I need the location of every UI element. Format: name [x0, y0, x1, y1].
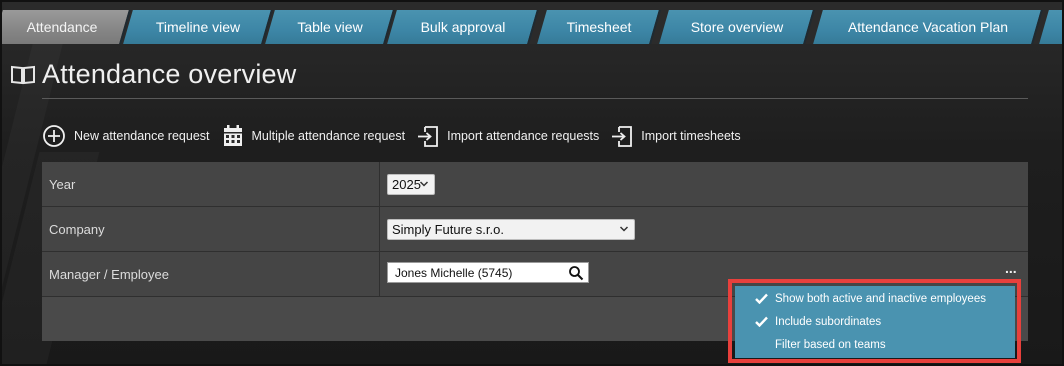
chevron-down-icon	[619, 226, 629, 232]
new-attendance-request-button[interactable]: New attendance request	[42, 124, 210, 148]
tab-timeline-view[interactable]: Timeline view	[123, 10, 273, 44]
tab-table-view[interactable]: Table view	[265, 10, 395, 44]
tab-label: Timeline view	[155, 19, 241, 35]
filter-row-company: Company Simply Future s.r.o.	[42, 207, 1028, 252]
tab-label: Bulk approval	[420, 19, 506, 35]
page-title: Attendance overview	[42, 58, 297, 89]
checkmark-icon	[755, 316, 773, 327]
company-label: Company	[49, 222, 105, 237]
company-value: Simply Future s.r.o.	[392, 222, 504, 237]
page-header: Attendance overview	[10, 58, 296, 90]
button-label: Import attendance requests	[447, 129, 600, 143]
year-select[interactable]: 2025	[387, 174, 435, 195]
more-options-icon[interactable]: ...	[1005, 260, 1017, 276]
option-label: Include subordinates	[775, 315, 882, 328]
calendar-icon	[223, 125, 242, 146]
book-icon	[11, 65, 35, 85]
tab-bulk-approval[interactable]: Bulk approval	[387, 10, 539, 44]
tab-overflow[interactable]	[1039, 10, 1062, 44]
tab-store-overview[interactable]: Store overview	[659, 10, 815, 44]
import-icon	[612, 126, 633, 147]
tab-label: Store overview	[690, 19, 784, 35]
checkmark-icon	[755, 293, 773, 304]
company-select[interactable]: Simply Future s.r.o.	[387, 219, 635, 240]
import-timesheets-button[interactable]: Import timesheets	[611, 124, 741, 148]
employee-search-input[interactable]: Jones Michelle (5745)	[387, 262, 589, 283]
import-icon	[418, 126, 438, 147]
year-value: 2025	[392, 177, 421, 192]
manager-label: Manager / Employee	[49, 267, 169, 282]
option-filter-teams[interactable]: Filter based on teams	[735, 333, 1015, 356]
employee-value: Jones Michelle (5745)	[395, 265, 513, 280]
app-window: Attendance Timeline view Table view Bulk…	[0, 0, 1064, 366]
tab-attendance-vacation-plan[interactable]: Attendance Vacation Plan	[813, 10, 1043, 44]
options-dropdown: Show both active and inactive employees …	[735, 286, 1015, 358]
tab-bar: Attendance Timeline view Table view Bulk…	[2, 2, 1062, 44]
option-show-active-inactive[interactable]: Show both active and inactive employees	[735, 287, 1015, 310]
chevron-down-icon	[419, 181, 429, 187]
option-include-subordinates[interactable]: Include subordinates	[735, 310, 1015, 333]
filter-row-year: Year 2025	[42, 162, 1028, 207]
year-label: Year	[49, 177, 76, 192]
tab-label: Table view	[297, 19, 363, 35]
multiple-attendance-request-button[interactable]: Multiple attendance request	[222, 124, 406, 148]
button-label: Import timesheets	[641, 129, 741, 143]
tab-label: Attendance Vacation Plan	[847, 19, 1009, 35]
button-label: Multiple attendance request	[251, 129, 406, 143]
toolbar: New attendance request Multiple attendan…	[42, 122, 753, 150]
option-label: Show both active and inactive employees	[775, 292, 986, 305]
tab-timesheet[interactable]: Timesheet	[537, 10, 661, 44]
tab-attendance[interactable]: Attendance	[2, 10, 131, 44]
import-attendance-requests-button[interactable]: Import attendance requests	[417, 124, 599, 148]
divider	[42, 98, 1028, 99]
tab-label: Attendance	[26, 19, 98, 35]
search-icon[interactable]	[568, 265, 584, 281]
tab-label: Timesheet	[566, 19, 632, 35]
button-label: New attendance request	[74, 129, 210, 143]
option-label: Filter based on teams	[775, 338, 886, 351]
plus-circle-icon	[43, 125, 65, 147]
